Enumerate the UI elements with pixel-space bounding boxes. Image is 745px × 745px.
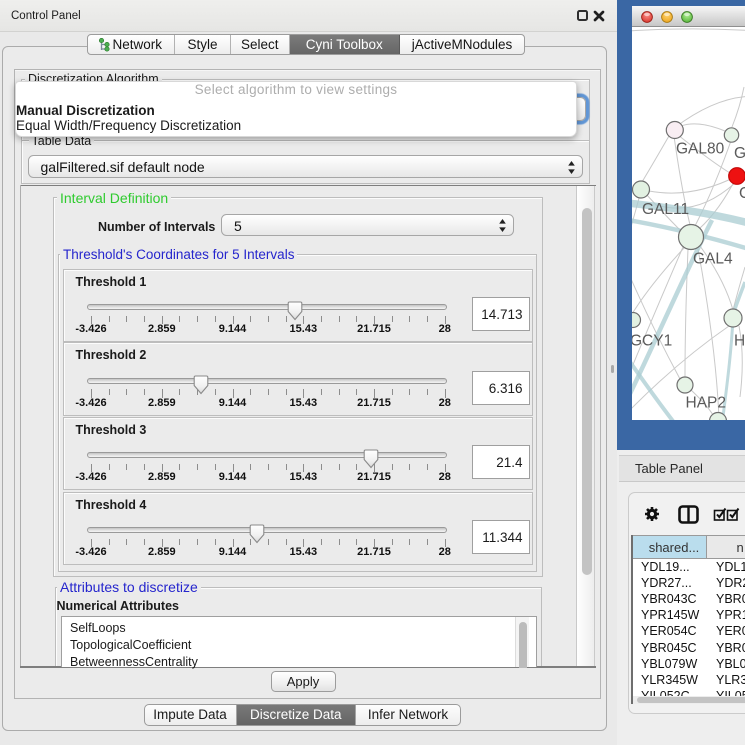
svg-text:CR: CR (739, 185, 745, 202)
svg-text:HAP2: HAP2 (686, 395, 727, 412)
svg-text:HI: HI (734, 333, 745, 350)
svg-text:GAL11: GAL11 (642, 201, 689, 218)
svg-text:GA: GA (734, 145, 745, 162)
svg-text:GCY1: GCY1 (632, 333, 672, 350)
svg-text:GAL80: GAL80 (676, 141, 725, 158)
svg-text:GAL4: GAL4 (693, 251, 733, 268)
